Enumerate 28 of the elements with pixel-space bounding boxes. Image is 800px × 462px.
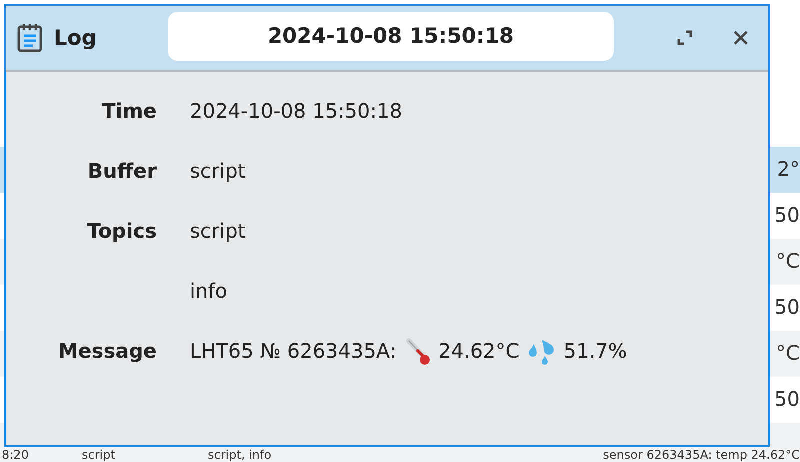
temperature-text: 24.62°C <box>438 338 520 365</box>
timestamp-label: 2024-10-08 15:50:18 <box>168 12 614 60</box>
table-cell-text: script <box>82 449 116 462</box>
field-value: script <box>190 158 247 185</box>
close-icon <box>732 29 750 47</box>
thermometer-icon <box>404 338 431 368</box>
field-value: script <box>190 218 247 245</box>
humidity-text: 51.7% <box>564 338 628 365</box>
table-cell-text: 50 <box>774 203 800 229</box>
table-cell-text: script, info <box>208 449 273 462</box>
message-text: LHT65 № 6263435A: <box>190 338 397 365</box>
table-cell-text: °C <box>776 341 800 367</box>
field-value: 2024-10-08 15:50:18 <box>190 98 404 125</box>
field-label: Topics <box>86 218 157 245</box>
table-cell: sensor 6263435A: temp 24.62°C <box>603 449 800 462</box>
droplets-icon <box>528 338 556 366</box>
field-label: Time <box>101 98 157 125</box>
field-label: Buffer <box>86 158 157 185</box>
expand-icon <box>676 29 694 47</box>
notepad-icon <box>16 23 44 53</box>
table-cell-text: 50 <box>774 295 800 321</box>
table-cell-text: °C <box>776 249 800 275</box>
field-label: Message <box>57 338 157 365</box>
table-cell-text: 8:20 <box>2 449 30 462</box>
table-cell-text: 50 <box>774 387 800 413</box>
window-title: Log <box>54 26 98 50</box>
table-cell-text: 2° <box>777 157 800 183</box>
field-value: info <box>190 278 229 305</box>
